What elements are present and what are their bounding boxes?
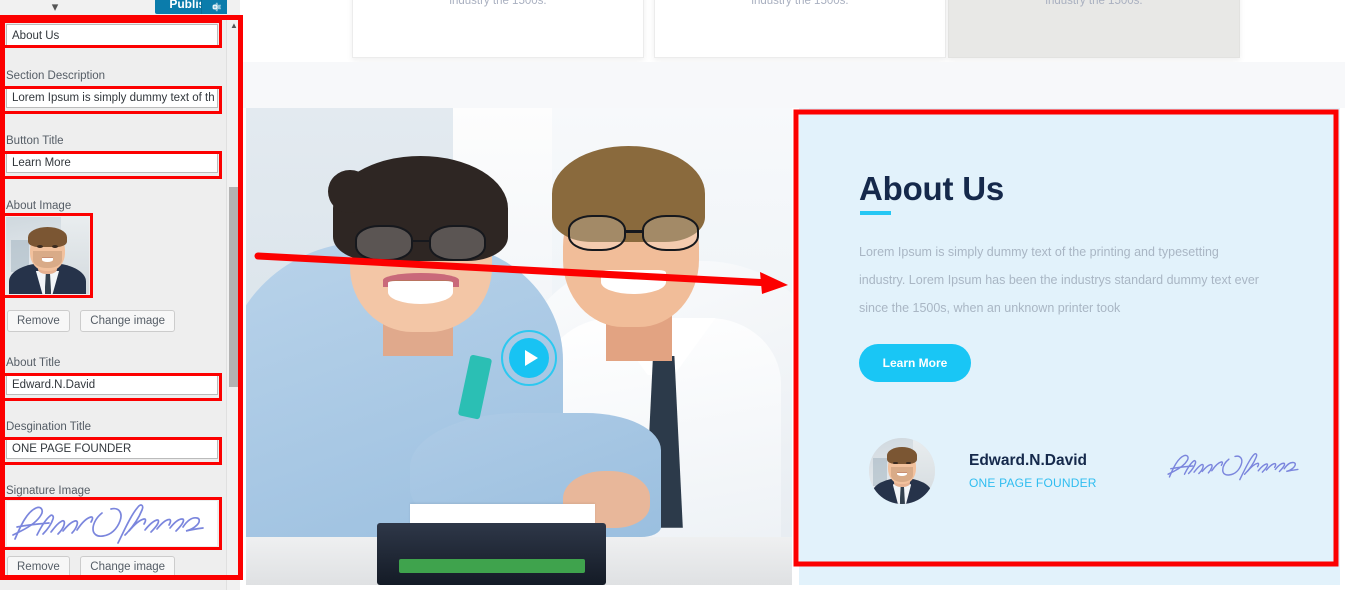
about-heading: About Us	[859, 170, 1005, 207]
learn-more-button[interactable]: Learn More	[859, 344, 971, 382]
preview-pane: industry the 1500s. industry the 1500s. …	[241, 0, 1345, 590]
author-name: Edward.N.David	[969, 452, 1087, 469]
sidebar-scrollbar-thumb[interactable]	[229, 187, 240, 387]
gear-icon[interactable]	[201, 0, 227, 14]
field-button-title: Button Title Learn More	[6, 135, 218, 173]
feature-cards-strip: industry the 1500s. industry the 1500s. …	[241, 0, 1345, 62]
signature-image-label: Signature Image	[6, 485, 91, 497]
author-row: Edward.N.David ONE PAGE FOUNDER	[859, 438, 1319, 514]
field-about-image: About Image	[6, 200, 218, 216]
section-description-label: Section Description	[6, 70, 106, 82]
chevron-down-icon[interactable]: ▾	[44, 0, 66, 16]
designation-title-input[interactable]: ONE PAGE FOUNDER	[6, 437, 218, 459]
about-image-thumbnail[interactable]	[6, 217, 89, 294]
field-about-title: About Title Edward.N.David	[6, 357, 218, 395]
field-designation-title: Desgination Title ONE PAGE FOUNDER	[6, 421, 218, 459]
field-section-description: Section Description Lorem Ipsum is simpl…	[6, 70, 218, 108]
about-content-panel: About Us Lorem Ipsum is simply dummy tex…	[799, 108, 1340, 585]
feature-card-text: industry the 1500s.	[751, 0, 849, 7]
section-title-input[interactable]: About Us	[6, 24, 218, 46]
about-description: Lorem Ipsum is simply dummy text of the …	[859, 245, 1259, 315]
button-title-label: Button Title	[6, 135, 64, 147]
about-image-remove-button[interactable]: Remove	[7, 310, 70, 332]
about-title-input[interactable]: Edward.N.David	[6, 373, 218, 395]
author-avatar	[869, 438, 935, 504]
about-section: About Us Lorem Ipsum is simply dummy tex…	[246, 108, 1345, 590]
field-signature-image: Signature Image	[6, 485, 218, 501]
signature-remove-button[interactable]: Remove	[7, 556, 70, 578]
customizer-sidebar: ▾ Publish About Us Section Description L…	[0, 0, 240, 590]
scroll-up-arrow-icon[interactable]: ▲	[227, 17, 241, 33]
about-image-change-button[interactable]: Change image	[80, 310, 176, 332]
section-spacer	[241, 62, 1345, 108]
signature-image-thumbnail[interactable]	[7, 501, 217, 546]
designation-title-label: Desgination Title	[6, 421, 92, 433]
feature-card-text: industry the 1500s.	[449, 0, 547, 7]
feature-card[interactable]: industry the 1500s.	[352, 0, 644, 58]
section-description-input[interactable]: Lorem Ipsum is simply dummy text of th	[6, 86, 218, 108]
button-title-input[interactable]: Learn More	[6, 151, 218, 173]
author-signature	[1164, 444, 1304, 493]
signature-change-button[interactable]: Change image	[80, 556, 176, 578]
field-section-title: About Us	[6, 24, 218, 46]
heading-underline	[860, 211, 891, 215]
author-role: ONE PAGE FOUNDER	[969, 476, 1097, 490]
feature-card[interactable]: industry the 1500s.	[948, 0, 1240, 58]
play-icon[interactable]	[501, 330, 557, 386]
about-title-label: About Title	[6, 357, 61, 369]
about-image-label: About Image	[6, 200, 72, 212]
feature-card-text: industry the 1500s.	[1045, 0, 1143, 7]
feature-card[interactable]: industry the 1500s.	[654, 0, 946, 58]
sidebar-scrollbar-track[interactable]: ▲	[226, 17, 240, 590]
